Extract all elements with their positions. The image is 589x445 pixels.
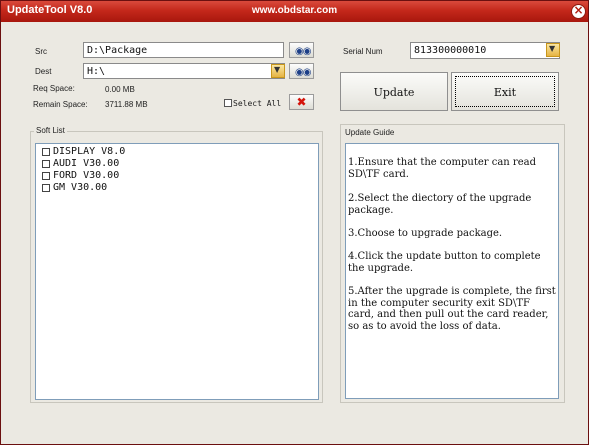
req-space-value: 0.00 MB xyxy=(105,85,135,94)
guide-step-1: 1.Ensure that the computer can read SD\T… xyxy=(348,157,536,180)
serial-num-value: 813300000010 xyxy=(414,45,487,56)
guide-step-3: 3.Choose to upgrade package. xyxy=(348,228,503,239)
update-button[interactable]: Update xyxy=(340,72,448,111)
update-guide-title: Update Guide xyxy=(345,128,395,137)
update-button-label: Update xyxy=(373,86,415,99)
remain-space-label: Remain Space: xyxy=(33,100,88,109)
chevron-down-icon: ▼ xyxy=(274,65,281,74)
dest-label: Dest xyxy=(35,67,52,76)
guide-step-4: 4.Click the update button to complete th… xyxy=(348,251,541,274)
clear-button[interactable]: ✖ xyxy=(289,94,314,110)
soft-list-title: Soft List xyxy=(34,126,67,135)
req-space-label: Req Space: xyxy=(33,84,75,93)
browse-src-button[interactable]: ◉◉ xyxy=(289,42,314,58)
title-bar[interactable]: UpdateTool V8.0 www.obdstar.com × xyxy=(1,1,588,22)
item-label: GM V30.00 xyxy=(53,182,108,193)
src-path-field[interactable]: D:\Package xyxy=(83,42,284,58)
item-label: FORD V30.00 xyxy=(53,170,120,181)
serial-num-select[interactable]: 813300000010 xyxy=(410,42,560,59)
item-label: AUDI V30.00 xyxy=(53,158,120,169)
item-checkbox[interactable] xyxy=(42,148,50,156)
item-checkbox[interactable] xyxy=(42,172,50,180)
select-all-checkbox[interactable] xyxy=(224,99,232,107)
close-icon: × xyxy=(573,3,584,17)
serial-num-label: Serial Num xyxy=(343,47,383,56)
remain-space-value: 3711.88 MB xyxy=(105,100,148,109)
update-tool-window: UpdateTool V8.0 www.obdstar.com × Src D:… xyxy=(0,0,589,445)
src-path-value: D:\Package xyxy=(87,45,148,56)
item-checkbox[interactable] xyxy=(42,184,50,192)
exit-button[interactable]: Exit xyxy=(451,72,559,111)
close-button[interactable]: × xyxy=(571,3,586,19)
binoculars-icon: ◉◉ xyxy=(295,46,311,57)
soft-list-box[interactable]: DISPLAY V8.0 AUDI V30.00 FORD V30.00 GM … xyxy=(35,143,319,400)
focus-rectangle xyxy=(455,76,555,107)
dest-dropdown-button[interactable]: ▼ xyxy=(271,64,285,78)
red-x-icon: ✖ xyxy=(296,95,307,109)
dest-drive-select[interactable]: H:\ xyxy=(83,63,285,79)
serial-dropdown-button[interactable]: ▼ xyxy=(546,43,560,57)
binoculars-icon: ◉◉ xyxy=(295,67,311,78)
update-guide-box: 1.Ensure that the computer can read SD\T… xyxy=(345,143,559,399)
guide-step-5: 5.After the upgrade is complete, the fir… xyxy=(348,286,556,332)
item-label: DISPLAY V8.0 xyxy=(53,146,126,157)
src-label: Src xyxy=(35,47,47,56)
website-url: www.obdstar.com xyxy=(251,5,338,16)
chevron-down-icon: ▼ xyxy=(549,44,556,53)
select-all-label: Select All xyxy=(233,99,282,108)
dest-drive-value: H:\ xyxy=(87,66,106,77)
item-checkbox[interactable] xyxy=(42,160,50,168)
browse-dest-button[interactable]: ◉◉ xyxy=(289,63,314,79)
guide-step-2: 2.Select the diectory of the upgrade pac… xyxy=(348,193,532,216)
